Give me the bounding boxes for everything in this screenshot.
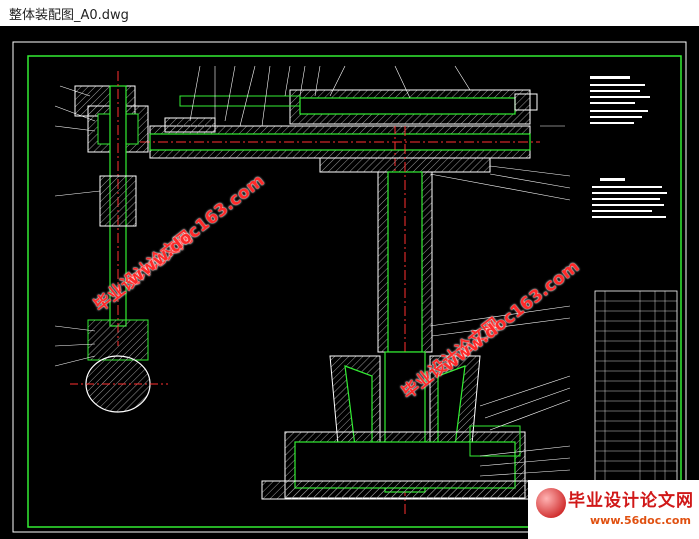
upper-arm: [140, 89, 540, 176]
window-titlebar: 整体装配图_A0.dwg: [0, 0, 699, 26]
notes-block: [590, 76, 667, 218]
gripper-assembly: [70, 71, 168, 413]
logo-title: 毕业设计论文网: [568, 491, 694, 511]
drawing-canvas[interactable]: 毕业设计论文网 www.doc163.com 毕业设计论文网 www.doc16…: [0, 26, 699, 539]
site-logo: 毕业设计论文网 www.56doc.com: [528, 480, 699, 539]
logo-url: www.56doc.com: [590, 514, 691, 527]
globe-icon: [536, 488, 566, 518]
window-title: 整体装配图_A0.dwg: [9, 8, 129, 23]
parts-list-table: [594, 290, 678, 504]
